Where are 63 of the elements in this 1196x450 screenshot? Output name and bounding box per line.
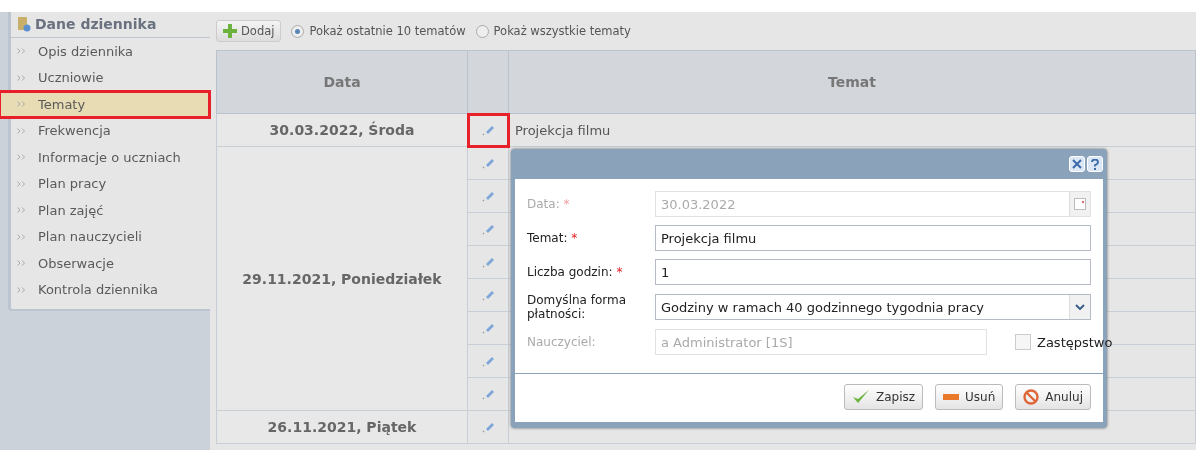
edit-cell[interactable] — [467, 311, 509, 345]
sidebar-item[interactable]: Frekwencja — [11, 117, 210, 144]
chevron-icon — [17, 180, 26, 187]
dialog-button[interactable]: Anuluj — [1015, 384, 1091, 410]
radio-button[interactable] — [475, 24, 489, 38]
minus-icon — [943, 394, 960, 400]
prohibited-icon — [1023, 389, 1040, 405]
add-button[interactable]: Dodaj — [216, 20, 282, 42]
topic-text: Projekcja filmu — [515, 122, 611, 138]
edit-cell[interactable] — [467, 146, 509, 180]
date-cell: 29.11.2021, Poniedziałek — [216, 146, 468, 411]
sidebar-item[interactable]: Plan pracy — [11, 170, 210, 197]
chevron-icon — [17, 48, 26, 55]
sidebar-item[interactable]: Plan zajęć — [11, 197, 210, 224]
field-label: Nauczyciel: — [527, 335, 597, 349]
chevron-icon — [17, 74, 26, 81]
chevron-icon — [17, 233, 26, 240]
checkmark-icon — [851, 389, 870, 405]
column-header: Temat — [508, 50, 1196, 114]
column-header: Data — [216, 50, 468, 114]
radio-label: Pokaż ostatnie 10 tematów — [309, 24, 466, 38]
chevron-icon — [17, 260, 26, 267]
input-field[interactable]: 1 — [655, 259, 1091, 285]
sidebar-item[interactable]: Tematy — [0, 91, 210, 118]
sidebar-title: Dane dziennika — [35, 16, 157, 32]
input-field[interactable]: Projekcja filmu — [655, 225, 1091, 251]
date-cell: 26.11.2021, Piątek — [216, 410, 468, 444]
chevron-icon — [17, 286, 26, 293]
edit-cell[interactable] — [467, 410, 509, 444]
chevron-down-icon — [1075, 304, 1085, 310]
radio-label: Pokaż wszystkie tematy — [493, 24, 631, 38]
sidebar-item[interactable]: Kontrola dziennika — [11, 276, 210, 303]
edit-cell[interactable] — [467, 113, 509, 147]
close-icon[interactable] — [1069, 156, 1085, 172]
dialog-button[interactable]: Zapisz — [843, 384, 924, 410]
edit-cell[interactable] — [467, 179, 509, 213]
chevron-icon — [17, 127, 26, 134]
dialog-button[interactable]: Usuń — [935, 384, 1004, 410]
chevron-icon — [17, 101, 26, 108]
document-icon — [17, 16, 31, 32]
edit-cell[interactable] — [467, 245, 509, 279]
field-label: Temat: * — [527, 231, 579, 245]
sidebar-item[interactable]: Obserwacje — [11, 250, 210, 277]
plus-icon — [223, 24, 237, 38]
sidebar-item[interactable]: Opis dziennika — [11, 38, 210, 65]
help-icon[interactable] — [1087, 156, 1103, 172]
chevron-icon — [17, 154, 26, 161]
radio-button[interactable] — [291, 24, 305, 38]
field-label: Liczba godzin: * — [527, 265, 624, 279]
sidebar-item[interactable]: Uczniowie — [11, 64, 210, 91]
sidebar-item[interactable]: Informacje o uczniach — [11, 144, 210, 171]
field-label: Data: * — [527, 197, 571, 211]
checkbox-label: Zastępstwo — [1037, 334, 1113, 350]
chevron-icon — [17, 207, 26, 214]
edit-cell[interactable] — [467, 344, 509, 378]
edit-cell[interactable] — [467, 278, 509, 312]
dropdown-field[interactable]: Godziny w ramach 40 godzinnego tygodnia pracy — [655, 294, 1091, 320]
edit-cell[interactable] — [467, 212, 509, 246]
sidebar-item[interactable]: Plan nauczycieli — [11, 223, 210, 250]
date-cell: 30.03.2022, Środa — [216, 113, 468, 147]
calendar-icon — [1074, 198, 1086, 210]
edit-cell[interactable] — [467, 377, 509, 411]
field-label: Domyślna forma płatności: — [527, 293, 628, 321]
